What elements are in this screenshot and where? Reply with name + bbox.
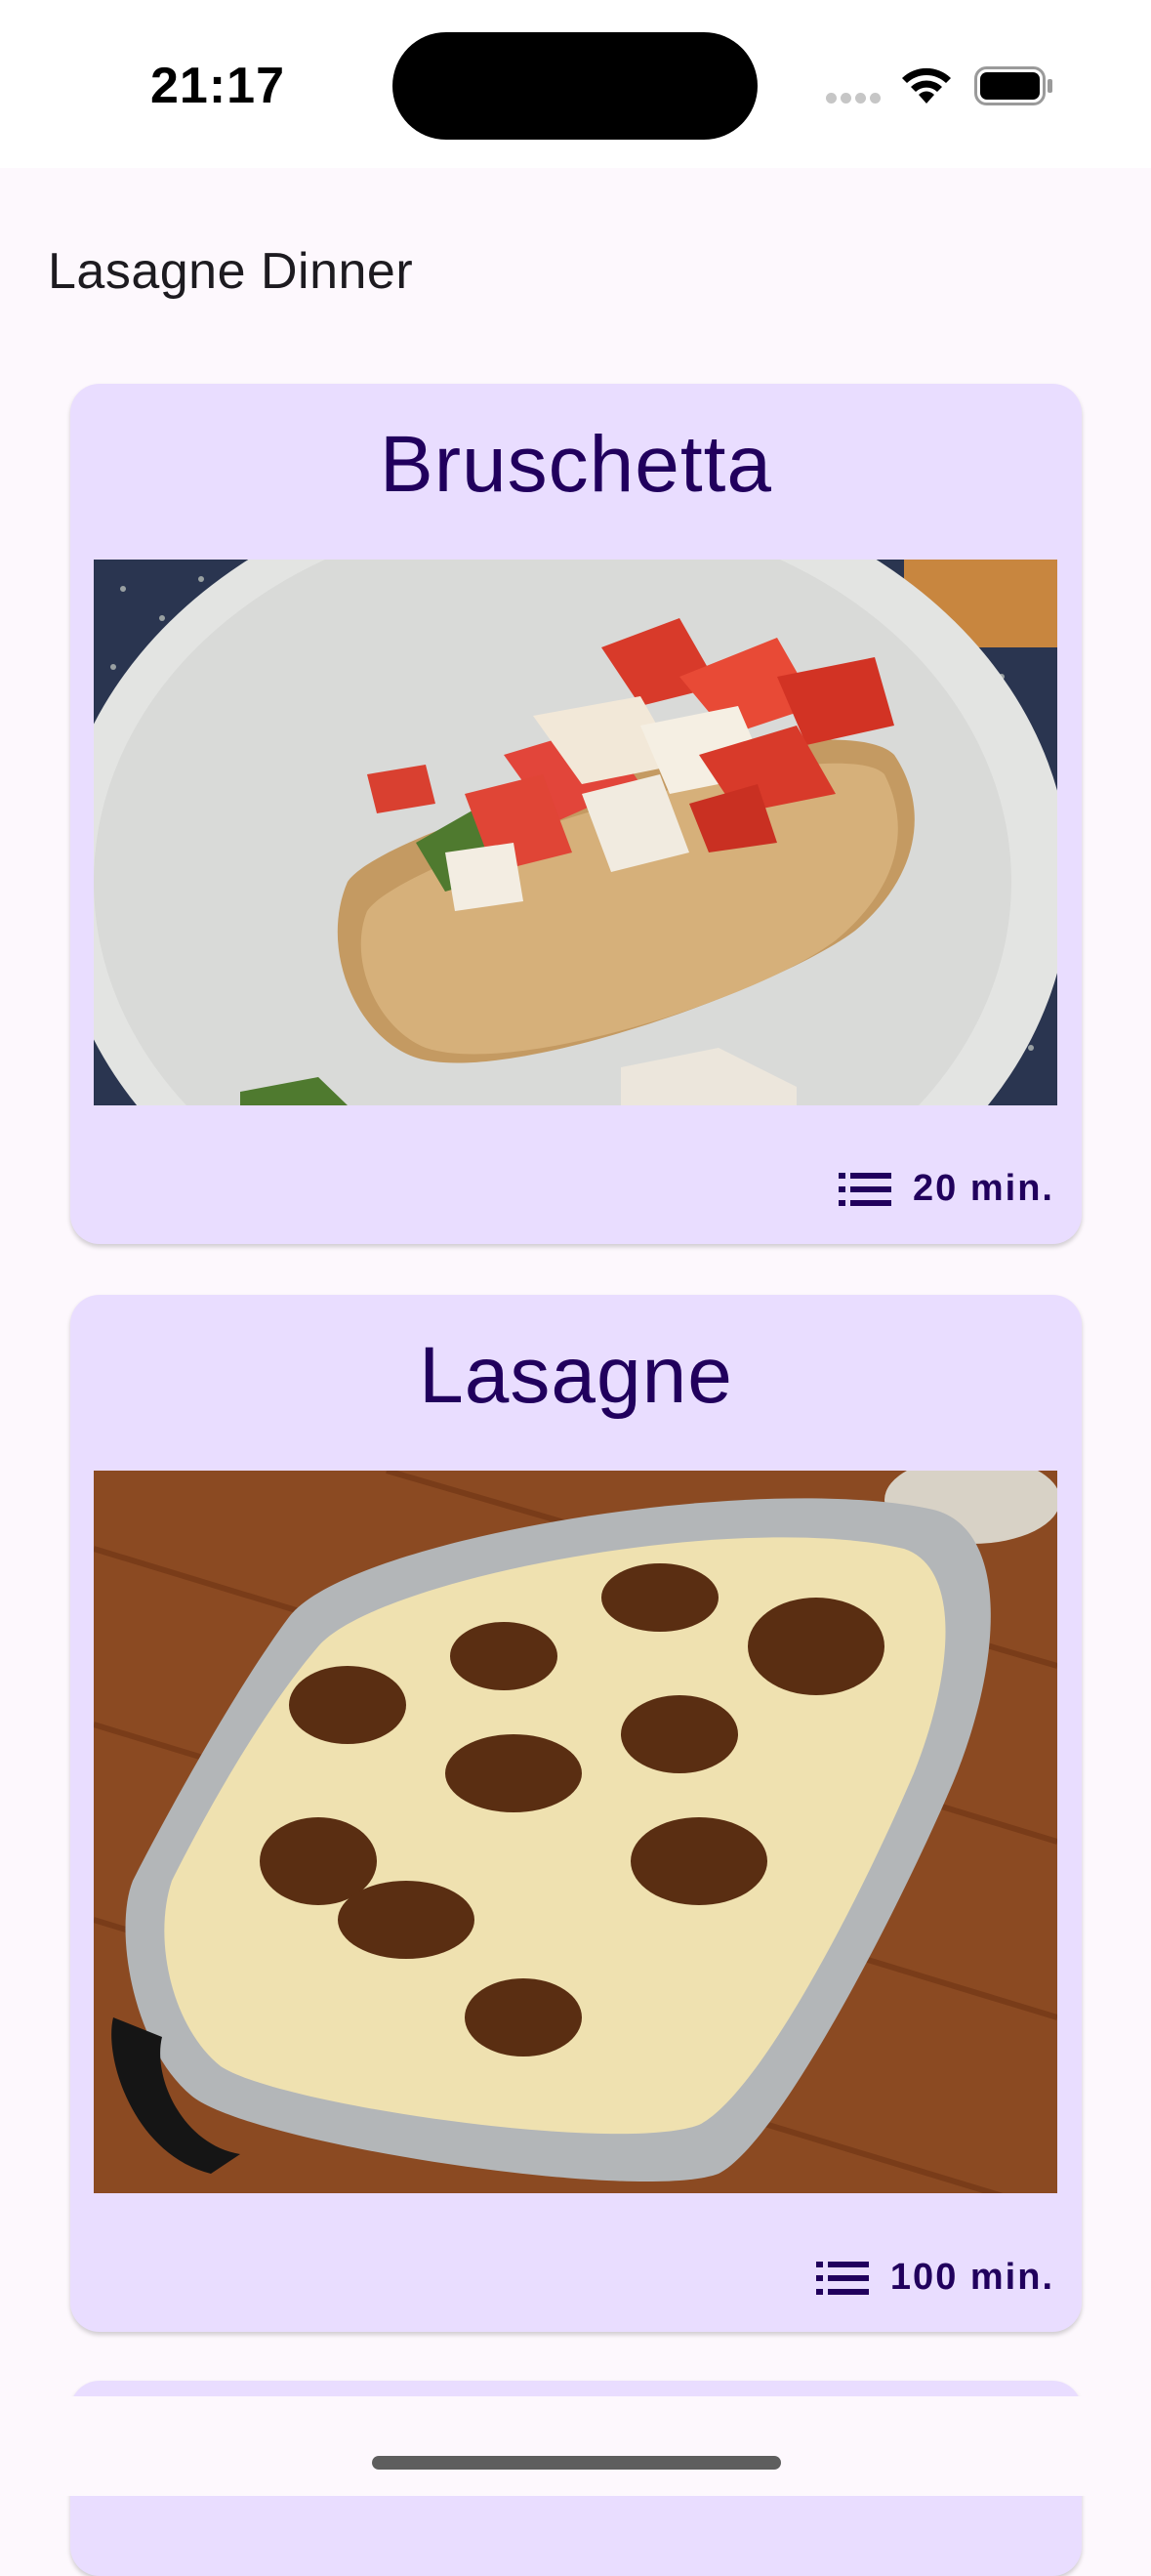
- cellular-signal-icon: [826, 91, 884, 108]
- dynamic-island: [392, 32, 758, 140]
- recipe-title: Bruschetta: [380, 420, 772, 509]
- recipe-title: Lasagne: [419, 1331, 733, 1420]
- recipe-duration: 20 min.: [913, 1168, 1054, 1209]
- status-bar: 21:17: [0, 0, 1151, 168]
- lasagne-photo: [94, 1471, 1057, 2193]
- recipe-meta: 20 min.: [839, 1168, 1054, 1210]
- page-title: Lasagne Dinner: [48, 243, 414, 300]
- recipe-card-lasagne[interactable]: Lasagne 100 min.: [70, 1295, 1082, 2332]
- recipe-card-bruschetta[interactable]: Bruschetta 20 min.: [70, 384, 1082, 1244]
- bottom-safe-area: [0, 2396, 1151, 2496]
- battery-icon: [974, 66, 1054, 110]
- list-icon: [839, 1172, 892, 1206]
- wifi-icon: [899, 64, 954, 110]
- home-indicator[interactable]: [372, 2456, 781, 2470]
- recipe-duration: 100 min.: [889, 2257, 1054, 2298]
- recipe-meta: 100 min.: [815, 2257, 1054, 2299]
- list-icon: [815, 2261, 869, 2295]
- bruschetta-photo: [94, 560, 1057, 1105]
- status-time: 21:17: [150, 58, 285, 114]
